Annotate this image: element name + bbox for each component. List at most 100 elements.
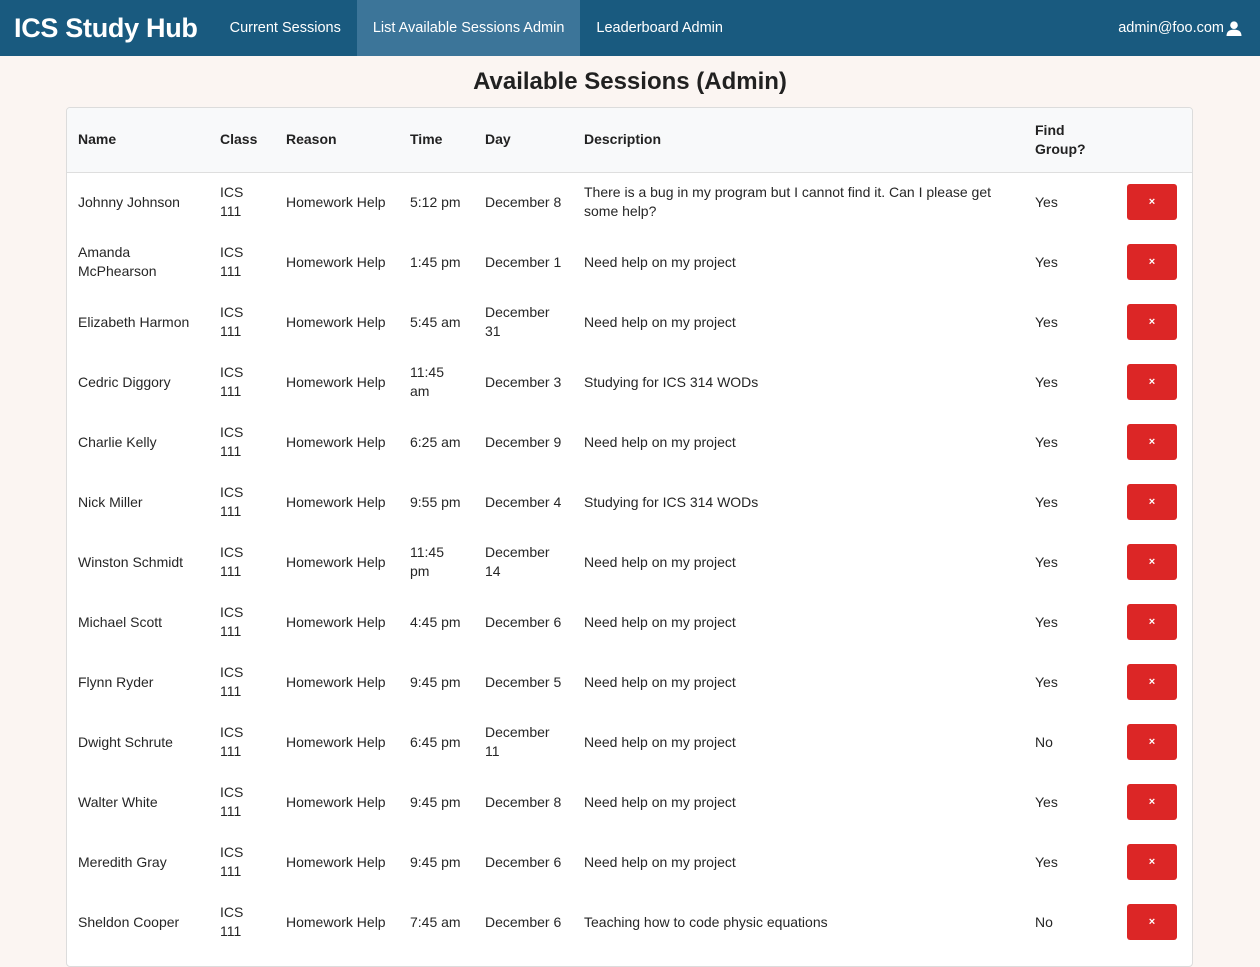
nav-list-available-sessions-admin[interactable]: List Available Sessions Admin <box>356 0 581 56</box>
delete-session-button[interactable]: × <box>1127 604 1177 640</box>
table-row: Charlie Kelly ICS 111 Homework Help 6:25 am… <box>67 412 1192 472</box>
header-reason: Reason <box>286 131 337 148</box>
cell-time: 1:45 pm <box>410 253 461 270</box>
cell-name: Walter White <box>78 793 158 810</box>
table-row: Cedric Diggory ICS 111 Homework Help 11:45 … <box>67 352 1192 412</box>
cell-description: Studying for ICS 314 WODs <box>584 373 759 390</box>
cell-description: Studying for ICS 314 WODs <box>584 493 759 510</box>
cell-description: Need help on my project <box>584 553 736 570</box>
cell-time: 11:45 pm <box>410 544 444 579</box>
cell-find-group: Yes <box>1035 793 1058 810</box>
delete-session-button[interactable]: × <box>1127 244 1177 280</box>
cell-time: 5:45 am <box>410 313 461 330</box>
delete-session-button[interactable]: × <box>1127 184 1177 221</box>
nav-leaderboard-admin[interactable]: Leaderboard Admin <box>580 0 739 56</box>
top-navbar: ICS Study Hub Current Sessions List Avai… <box>0 0 1260 56</box>
cell-time: 6:45 pm <box>410 733 461 750</box>
cell-reason: Homework Help <box>286 553 386 570</box>
cell-class: ICS 111 <box>220 604 244 639</box>
cell-find-group: Yes <box>1035 433 1058 450</box>
cell-name: Winston Schmidt <box>78 553 184 570</box>
cell-time: 9:45 pm <box>410 853 461 870</box>
delete-session-button[interactable]: × <box>1127 904 1177 940</box>
cell-find-group: Yes <box>1035 493 1058 510</box>
cell-day: December 8 <box>485 193 562 210</box>
cell-time: 11:45 am <box>410 364 444 399</box>
cell-actions: × <box>1116 712 1192 772</box>
cell-reason: Homework Help <box>286 733 386 750</box>
cell-name: Nick Miller <box>78 493 143 510</box>
delete-session-button[interactable]: × <box>1127 484 1177 520</box>
cell-class: ICS 111 <box>220 784 244 819</box>
delete-session-button[interactable]: × <box>1127 544 1177 580</box>
cell-find-group: Yes <box>1035 673 1058 690</box>
delete-session-button[interactable]: × <box>1127 424 1177 460</box>
delete-session-button[interactable]: × <box>1127 364 1177 400</box>
cell-class: ICS 111 <box>220 664 244 699</box>
header-day: Day <box>485 131 511 148</box>
cell-name: Sheldon Cooper <box>78 913 180 930</box>
cell-description: There is a bug in my program but I canno… <box>584 184 991 220</box>
delete-session-button[interactable]: × <box>1127 664 1177 700</box>
cell-time: 6:25 am <box>410 433 461 450</box>
cell-time: 5:12 pm <box>410 193 461 210</box>
cell-reason: Homework Help <box>286 433 386 450</box>
cell-find-group: Yes <box>1035 553 1058 570</box>
cell-reason: Homework Help <box>286 613 386 630</box>
user-icon <box>1226 20 1242 36</box>
cell-day: December 1 <box>485 253 562 270</box>
cell-reason: Homework Help <box>286 253 386 270</box>
cell-day: December 31 <box>485 304 550 339</box>
cell-find-group: Yes <box>1035 373 1058 390</box>
sessions-table-container: Name Class Reason Time Day Description F… <box>66 107 1193 967</box>
delete-session-button[interactable]: × <box>1127 844 1177 880</box>
table-row: Johnny Johnson ICS 111 Homework Help 5:12 p… <box>67 172 1192 232</box>
cell-day: December 9 <box>485 433 562 450</box>
cell-description: Teaching how to code physic equations <box>584 913 828 930</box>
cell-time: 9:45 pm <box>410 793 461 810</box>
delete-session-button[interactable]: × <box>1127 304 1177 340</box>
cell-time: 7:45 am <box>410 913 461 930</box>
user-menu[interactable]: admin@foo.com <box>1118 0 1242 56</box>
delete-session-button[interactable]: × <box>1127 724 1177 760</box>
nav-current-sessions[interactable]: Current Sessions <box>214 0 357 56</box>
user-email: admin@foo.com <box>1118 20 1224 36</box>
cell-day: December 8 <box>485 793 562 810</box>
cell-day: December 5 <box>485 673 562 690</box>
header-description: Description <box>584 131 662 148</box>
table-row: Walter White ICS 111 Homework Help 9:45 pm D… <box>67 772 1192 832</box>
cell-actions: × <box>1116 532 1192 592</box>
cell-actions: × <box>1116 892 1192 952</box>
table-row: Michael Scott ICS 111 Homework Help 4:45 pm… <box>67 592 1192 652</box>
delete-session-button[interactable]: × <box>1127 784 1177 820</box>
table-row: Winston Schmidt ICS 111 Homework Help 11:45… <box>67 532 1192 592</box>
cell-class: ICS 111 <box>220 184 244 220</box>
cell-class: ICS 111 <box>220 304 244 339</box>
header-class: Class <box>220 131 258 148</box>
table-row: Flynn Ryder ICS 111 Homework Help 9:45 pm De… <box>67 652 1192 712</box>
cell-class: ICS 111 <box>220 484 244 519</box>
cell-class: ICS 111 <box>220 364 244 399</box>
cell-name: Flynn Ryder <box>78 673 154 690</box>
cell-class: ICS 111 <box>220 904 244 939</box>
cell-actions: × <box>1116 472 1192 532</box>
cell-find-group: Yes <box>1035 853 1058 870</box>
brand-logo[interactable]: ICS Study Hub <box>0 0 214 56</box>
cell-class: ICS 111 <box>220 244 244 279</box>
cell-reason: Homework Help <box>286 193 386 210</box>
cell-description: Need help on my project <box>584 793 736 810</box>
header-find-group: Find Group? <box>1035 121 1086 157</box>
cell-class: ICS 111 <box>220 424 244 459</box>
table-row: Elizabeth Harmon ICS 111 Homework Help 5:45… <box>67 292 1192 352</box>
cell-time: 9:55 pm <box>410 493 461 510</box>
cell-description: Need help on my project <box>584 613 736 630</box>
cell-reason: Homework Help <box>286 673 386 690</box>
cell-description: Need help on my project <box>584 313 736 330</box>
table-row: Meredith Gray ICS 111 Homework Help 9:45 pm… <box>67 832 1192 892</box>
table-row: Sheldon Cooper ICS 111 Homework Help 7:45 a… <box>67 892 1192 952</box>
table-row: Amanda McPhearson ICS 111 Homework Help 1:4… <box>67 232 1192 292</box>
cell-actions: × <box>1116 232 1192 292</box>
cell-find-group: Yes <box>1035 253 1058 270</box>
cell-class: ICS 111 <box>220 844 244 879</box>
cell-time: 4:45 pm <box>410 613 461 630</box>
